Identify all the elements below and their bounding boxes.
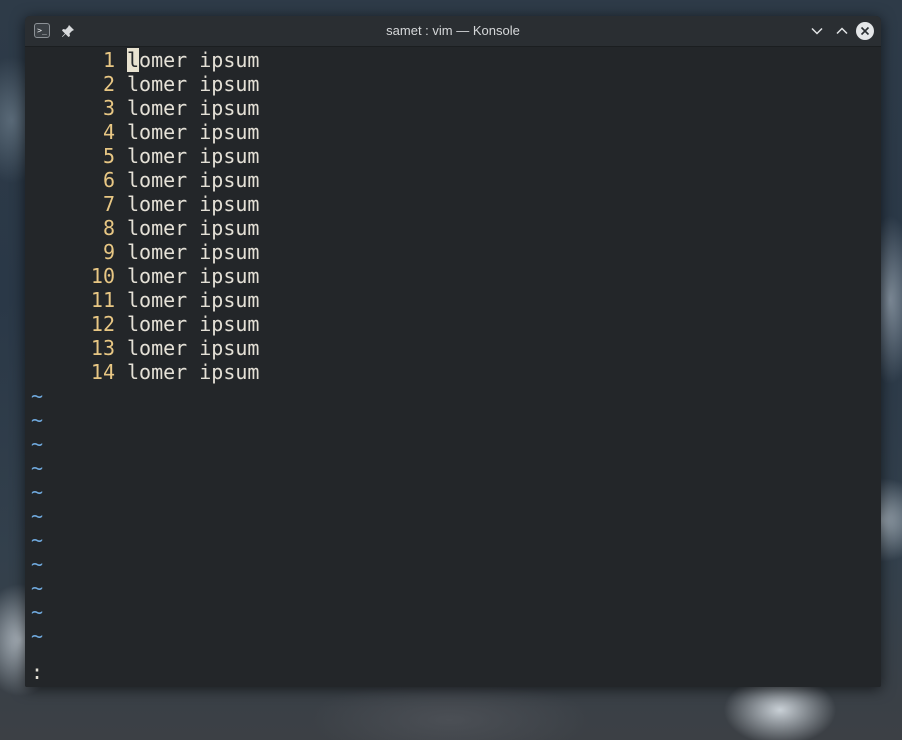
line-number: 10 xyxy=(90,264,115,288)
line-text: lomer ipsum xyxy=(127,48,260,72)
empty-line-marker: ~ xyxy=(31,504,44,528)
line-text: lomer ipsum xyxy=(127,144,260,168)
editor-line[interactable]: 14 lomer ipsum xyxy=(25,360,260,384)
line-text: lomer ipsum xyxy=(127,240,260,264)
line-number: 12 xyxy=(90,312,115,336)
empty-line-marker: ~ xyxy=(31,456,44,480)
editor-line[interactable]: 6 lomer ipsum xyxy=(25,168,260,192)
line-number: 4 xyxy=(102,120,115,144)
line-text: lomer ipsum xyxy=(127,120,260,144)
chevron-down-icon[interactable] xyxy=(808,22,826,40)
editor-line[interactable]: 7 lomer ipsum xyxy=(25,192,260,216)
editor-line[interactable]: 8 lomer ipsum xyxy=(25,216,260,240)
editor-line[interactable]: 9 lomer ipsum xyxy=(25,240,260,264)
empty-line-marker: ~ xyxy=(31,384,44,408)
line-number: 7 xyxy=(102,192,115,216)
title-bar[interactable]: >_ samet : vim — Konsole xyxy=(25,16,881,47)
line-text: lomer ipsum xyxy=(127,72,260,96)
editor-line[interactable]: 12 lomer ipsum xyxy=(25,312,260,336)
close-icon[interactable] xyxy=(856,22,874,40)
line-text: lomer ipsum xyxy=(127,96,260,120)
editor-line[interactable]: 13 lomer ipsum xyxy=(25,336,260,360)
editor-line[interactable]: 2 lomer ipsum xyxy=(25,72,260,96)
empty-line-marker: ~ xyxy=(31,528,44,552)
text-cursor: l xyxy=(127,48,140,72)
editor-line[interactable]: 3 lomer ipsum xyxy=(25,96,260,120)
empty-line-marker: ~ xyxy=(31,600,44,624)
editor-line[interactable]: 11 lomer ipsum xyxy=(25,288,260,312)
empty-line-marker: ~ xyxy=(31,576,44,600)
empty-line-marker: ~ xyxy=(31,552,44,576)
editor-line[interactable]: 4 lomer ipsum xyxy=(25,120,260,144)
line-number: 11 xyxy=(90,288,115,312)
line-number: 14 xyxy=(90,360,115,384)
line-number: 6 xyxy=(102,168,115,192)
line-text: lomer ipsum xyxy=(127,336,260,360)
terminal-area[interactable]: 1 lomer ipsum 2 lomer ipsum 3 lomer ipsum 4 lom… xyxy=(25,47,881,687)
line-text: lomer ipsum xyxy=(127,216,260,240)
empty-line-marker: ~ xyxy=(31,624,44,648)
chevron-up-icon[interactable] xyxy=(833,22,851,40)
line-number: 5 xyxy=(102,144,115,168)
line-text: lomer ipsum xyxy=(127,288,260,312)
line-number: 9 xyxy=(102,240,115,264)
line-text: lomer ipsum xyxy=(127,360,260,384)
empty-line-marker: ~ xyxy=(31,432,44,456)
editor-line[interactable]: 5 lomer ipsum xyxy=(25,144,260,168)
line-text: lomer ipsum xyxy=(127,312,260,336)
command-line[interactable]: : xyxy=(31,660,43,684)
line-text: lomer ipsum xyxy=(127,264,260,288)
line-text: lomer ipsum xyxy=(127,168,260,192)
line-number: 1 xyxy=(102,48,115,72)
window-title: samet : vim — Konsole xyxy=(386,23,520,38)
line-text: lomer ipsum xyxy=(127,192,260,216)
line-number: 13 xyxy=(90,336,115,360)
line-number: 8 xyxy=(102,216,115,240)
konsole-window: >_ samet : vim — Konsole 1 lomer ipsum 2 lo… xyxy=(25,16,881,687)
line-number: 3 xyxy=(102,96,115,120)
line-number: 2 xyxy=(102,72,115,96)
editor-line[interactable]: 1 lomer ipsum xyxy=(25,48,259,72)
empty-line-marker: ~ xyxy=(31,408,44,432)
empty-line-marker: ~ xyxy=(31,480,44,504)
editor-line[interactable]: 10 lomer ipsum xyxy=(25,264,260,288)
